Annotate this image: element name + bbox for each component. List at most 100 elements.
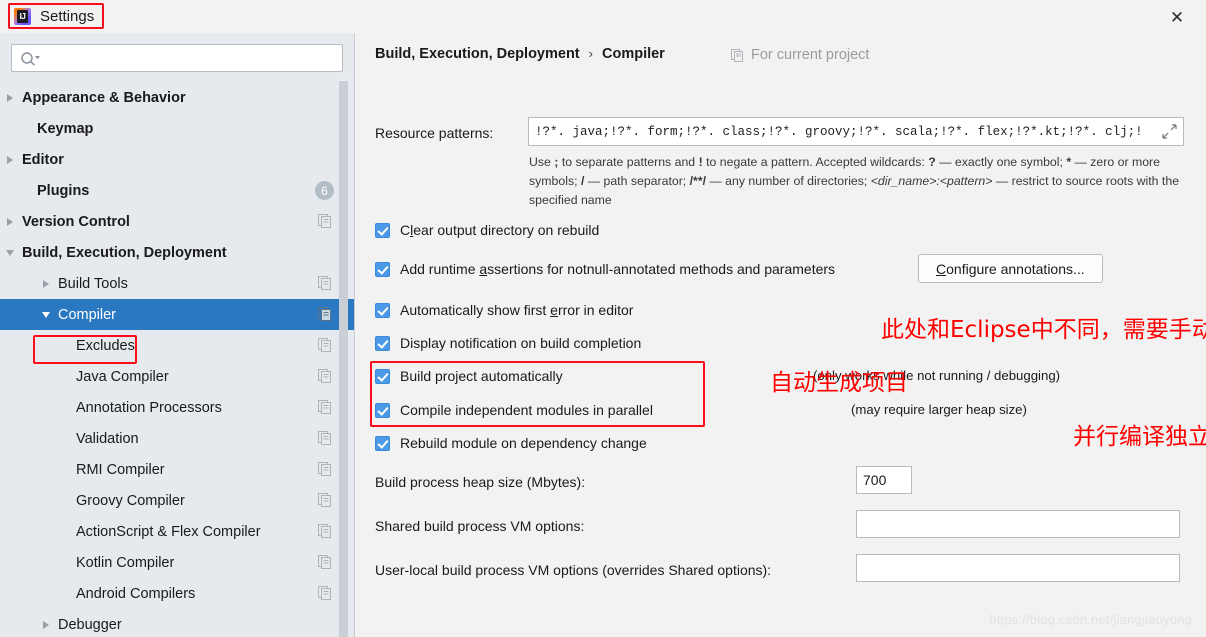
copy-settings-icon[interactable] <box>318 586 332 600</box>
user-vm-options-input[interactable] <box>857 555 1179 581</box>
checkbox-row-3[interactable]: Display notification on build completion <box>375 335 641 351</box>
sidebar-item-debugger[interactable]: Debugger <box>0 609 354 637</box>
plugins-count-badge: 6 <box>315 181 334 200</box>
watermark: https://blog.csdn.net/jiangjiaoyong <box>989 612 1192 627</box>
chevron-down-icon[interactable] <box>42 311 50 318</box>
heap-size-input[interactable] <box>857 467 911 493</box>
sidebar-item-label: Editor <box>22 151 64 168</box>
sidebar-item-actionscript-flex-compiler[interactable]: ActionScript & Flex Compiler <box>0 516 354 547</box>
resource-patterns-field[interactable] <box>528 117 1184 146</box>
breadcrumb-item-build[interactable]: Build, Execution, Deployment <box>375 46 580 62</box>
sidebar-item-label: Build, Execution, Deployment <box>22 244 227 261</box>
checkbox-toggle[interactable] <box>375 261 390 277</box>
expand-icon[interactable] <box>1162 124 1177 139</box>
hint-dirname: <dir_name>:<pattern> <box>870 174 993 189</box>
heap-size-label: Build process heap size (Mbytes): <box>375 474 586 490</box>
checkbox-toggle[interactable] <box>375 302 390 318</box>
chevron-right-icon[interactable] <box>43 620 49 629</box>
sidebar-item-build-tools[interactable]: Build Tools <box>0 268 354 299</box>
chevron-right-icon[interactable] <box>7 93 13 102</box>
checkbox-toggle[interactable] <box>375 368 390 384</box>
copy-scope-icon <box>731 48 743 62</box>
hint-globstar: /**/ <box>689 174 707 189</box>
checkbox-row-0[interactable]: Clear output directory on rebuild <box>375 222 599 238</box>
sidebar-item-annotation-processors[interactable]: Annotation Processors <box>0 392 354 423</box>
checkbox-row-1[interactable]: Add runtime assertions for notnull-annot… <box>375 261 835 277</box>
hint-l1e: — <box>1071 155 1087 169</box>
copy-settings-icon[interactable] <box>318 338 332 352</box>
copy-settings-icon[interactable] <box>318 524 332 538</box>
sidebar-item-keymap[interactable]: Keymap <box>0 113 354 144</box>
shared-vm-options-field[interactable] <box>856 510 1180 538</box>
sidebar-item-appearance-behavior[interactable]: Appearance & Behavior <box>0 82 354 113</box>
resource-patterns-label: Resource patterns: <box>375 125 494 141</box>
resource-patterns-input[interactable] <box>535 118 1140 145</box>
hint-l2d: — <box>992 174 1009 189</box>
checkbox-toggle[interactable] <box>375 402 390 418</box>
copy-settings-icon[interactable] <box>318 214 332 228</box>
checkbox-label: Compile independent modules in parallel <box>400 402 653 418</box>
sidebar-item-android-compilers[interactable]: Android Compilers <box>0 578 354 609</box>
settings-sidebar: Appearance & Behavior Keymap Editor Plugins… <box>0 33 355 637</box>
search-input[interactable] <box>42 45 338 71</box>
chevron-down-icon[interactable] <box>6 249 14 256</box>
sidebar-item-version-control[interactable]: Version Control <box>0 206 354 237</box>
breadcrumb-item-compiler: Compiler <box>601 46 665 62</box>
sidebar-item-validation[interactable]: Validation <box>0 423 354 454</box>
sidebar-item-label: Excludes <box>76 337 135 354</box>
copy-settings-icon[interactable] <box>318 307 332 321</box>
chinese-annotation-1: 自动生成项目 <box>770 370 908 396</box>
title-bar: IJ Settings ✕ <box>0 0 1206 33</box>
checkbox-toggle[interactable] <box>375 435 390 451</box>
copy-settings-icon[interactable] <box>318 400 332 414</box>
logo-glyph: IJ <box>19 11 26 21</box>
sidebar-item-build-execution-deployment[interactable]: Build, Execution, Deployment <box>0 237 354 268</box>
configure-annotations-button[interactable]: Configure annotations... <box>918 254 1103 283</box>
checkbox-toggle[interactable] <box>375 335 390 351</box>
chevron-right-icon[interactable] <box>7 155 13 164</box>
sidebar-item-kotlin-compiler[interactable]: Kotlin Compiler <box>0 547 354 578</box>
sidebar-item-excludes[interactable]: Excludes <box>0 330 354 361</box>
chevron-right-icon[interactable] <box>43 279 49 288</box>
checkbox-row-6[interactable]: Rebuild module on dependency change <box>375 435 647 451</box>
sidebar-item-label: Appearance & Behavior <box>22 89 186 106</box>
hint-l1c: to negate a pattern. Accepted wildcards: <box>702 155 929 169</box>
sidebar-item-label: Annotation Processors <box>76 399 222 416</box>
copy-settings-icon[interactable] <box>318 555 332 569</box>
sidebar-item-label: Validation <box>76 430 139 447</box>
sidebar-item-label: Keymap <box>37 120 94 137</box>
copy-settings-icon[interactable] <box>318 493 332 507</box>
sidebar-item-label: Plugins <box>37 182 90 199</box>
sidebar-scrollbar-thumb[interactable] <box>339 81 348 637</box>
sidebar-item-label: Version Control <box>22 213 130 230</box>
copy-settings-icon[interactable] <box>318 462 332 476</box>
note-heap-size: (may require larger heap size) <box>851 402 1027 417</box>
copy-settings-icon[interactable] <box>318 431 332 445</box>
sidebar-item-java-compiler[interactable]: Java Compiler <box>0 361 354 392</box>
search-wrapper <box>0 33 354 72</box>
checkbox-row-5[interactable]: Compile independent modules in parallel <box>375 402 653 418</box>
sidebar-item-label: Groovy Compiler <box>76 492 185 509</box>
close-icon[interactable]: ✕ <box>1164 5 1190 29</box>
chinese-annotation-2: 并行编译独立模块 <box>1073 424 1206 450</box>
sidebar-item-groovy-compiler[interactable]: Groovy Compiler <box>0 485 354 516</box>
search-box[interactable] <box>11 44 343 72</box>
checkbox-row-2[interactable]: Automatically show first error in editor <box>375 302 633 318</box>
configure-label: onfigure annotations... <box>946 260 1085 277</box>
copy-settings-icon[interactable] <box>318 369 332 383</box>
sidebar-item-rmi-compiler[interactable]: RMI Compiler <box>0 454 354 485</box>
copy-settings-icon[interactable] <box>318 276 332 290</box>
sidebar-item-label: Kotlin Compiler <box>76 554 175 571</box>
window-title: Settings <box>40 7 95 25</box>
resource-patterns-hint: Use ; to separate patterns and ! to nega… <box>529 153 1194 210</box>
checkbox-toggle[interactable] <box>375 222 390 238</box>
sidebar-item-compiler[interactable]: Compiler <box>0 299 354 330</box>
user-vm-options-field[interactable] <box>856 554 1180 582</box>
for-current-project-label: For current project <box>751 47 870 63</box>
sidebar-item-plugins[interactable]: Plugins 6 <box>0 175 354 206</box>
shared-vm-options-input[interactable] <box>857 511 1179 537</box>
chevron-right-icon[interactable] <box>7 217 13 226</box>
heap-size-field[interactable] <box>856 466 912 494</box>
checkbox-row-4[interactable]: Build project automatically <box>375 368 563 384</box>
sidebar-item-editor[interactable]: Editor <box>0 144 354 175</box>
